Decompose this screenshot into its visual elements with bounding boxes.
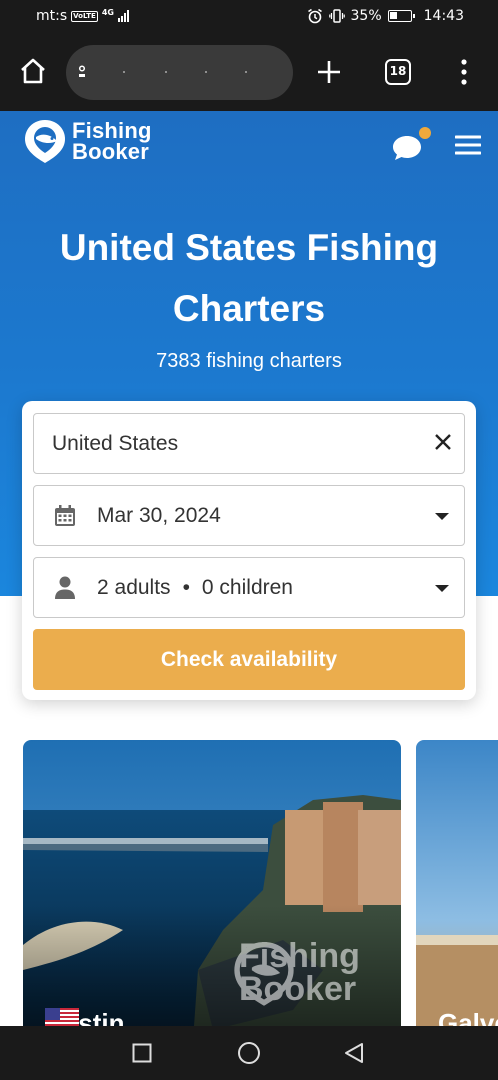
calendar-icon	[55, 505, 75, 526]
battery-icon	[387, 10, 415, 22]
destination-card[interactable]: Galve	[416, 740, 498, 1040]
battery-percent: 35%	[350, 8, 382, 24]
chevron-down-icon	[435, 585, 449, 592]
chat-icon[interactable]	[391, 127, 431, 163]
site-logo[interactable]: Fishing Booker	[22, 117, 152, 165]
children-count: 0 children	[201, 576, 293, 599]
location-input[interactable]: United States	[33, 413, 465, 474]
recent-apps-icon[interactable]	[132, 1043, 152, 1063]
home-button-icon[interactable]	[237, 1041, 261, 1065]
vibrate-icon	[328, 9, 345, 23]
logo-line-2: Booker	[72, 139, 149, 164]
home-icon[interactable]	[18, 56, 48, 86]
page-title: United States Fishing Charters	[59, 227, 439, 329]
hamburger-menu-icon[interactable]	[455, 134, 481, 156]
fishingbooker-logo-icon	[234, 941, 294, 1006]
logo-wordmark: Fishing Booker	[72, 118, 152, 164]
status-right: 35% 14:43	[307, 8, 464, 24]
photo-watermark: Fishing Booker	[233, 939, 360, 1006]
date-value: Mar 30, 2024	[97, 504, 221, 527]
signal-icon	[117, 10, 129, 22]
carrier-label: mt:s	[36, 8, 68, 24]
search-card: United States Mar 30, 2024 2 adults • 0 ch…	[22, 401, 476, 700]
destination-card[interactable]: Fishing Booker Destin	[23, 740, 401, 1040]
adults-count: 2 adults	[97, 576, 171, 599]
person-icon	[55, 576, 75, 599]
check-availability-button[interactable]: Check availability	[33, 629, 465, 690]
charter-count: 7383 fishing charters	[156, 350, 342, 372]
clear-icon[interactable]	[434, 433, 452, 451]
fishingbooker-logo-icon	[25, 120, 65, 163]
guests-picker[interactable]: 2 adults • 0 children	[33, 557, 465, 618]
destination-photo	[416, 740, 498, 1040]
site-info-icon[interactable]	[78, 65, 86, 79]
location-value: United States	[52, 432, 179, 455]
browser-toolbar: 18	[0, 34, 498, 111]
clock: 14:43	[423, 8, 464, 24]
tab-switcher-button[interactable]: 18	[385, 59, 411, 85]
back-icon[interactable]	[343, 1042, 365, 1064]
new-tab-icon[interactable]	[315, 58, 343, 86]
chevron-down-icon	[435, 513, 449, 520]
network-type: 4G	[101, 8, 114, 17]
alarm-icon	[307, 8, 322, 24]
status-left: mt:s VoLTE 4G	[36, 8, 129, 24]
more-options-icon[interactable]	[456, 58, 472, 86]
separator-dot: •	[182, 576, 190, 599]
date-picker[interactable]: Mar 30, 2024	[33, 485, 465, 546]
status-bar: mt:s VoLTE 4G 35% 14:43	[0, 0, 498, 34]
logo-line-1: Fishing	[72, 118, 152, 143]
system-nav-bar	[0, 1026, 498, 1080]
url-redacted	[123, 71, 247, 73]
guests-value: 2 adults • 0 children	[97, 576, 293, 600]
address-bar[interactable]	[66, 45, 293, 100]
volte-badge: VoLTE	[71, 10, 98, 22]
